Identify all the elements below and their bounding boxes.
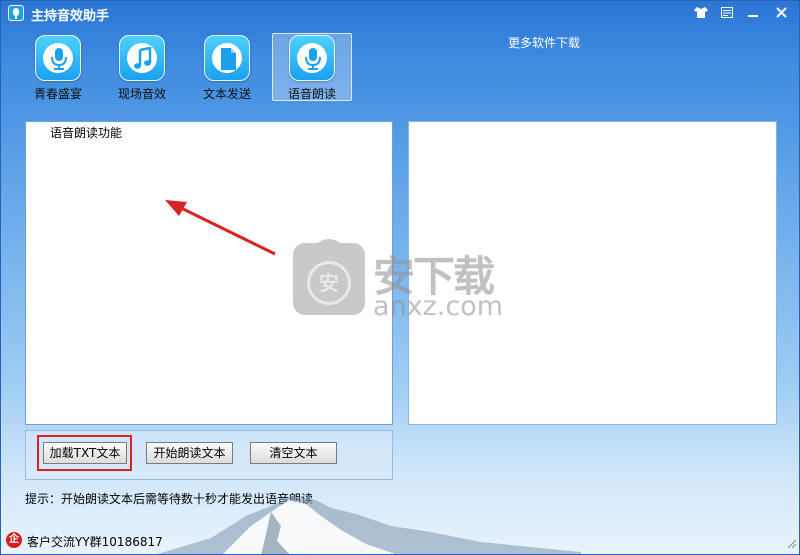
- app-window: 主持音效助手 青春盛宴 现场音效 文本发送 语音朗读 更多软件下载 语音朗读功能…: [0, 0, 800, 555]
- watermark-logo: 安 安下载 anxz.com: [293, 235, 513, 322]
- watermark-domain: anxz.com: [373, 291, 504, 322]
- tab-label: 语音朗读: [287, 87, 336, 101]
- minimize-icon[interactable]: [741, 3, 765, 22]
- tab-live-effects[interactable]: 现场音效: [102, 33, 182, 101]
- tab-label: 文本发送: [202, 87, 251, 101]
- start-reading-button[interactable]: 开始朗读文本: [146, 442, 233, 464]
- microphone-icon: [35, 35, 81, 81]
- close-icon[interactable]: [767, 3, 795, 22]
- document-icon: [204, 35, 250, 81]
- annotation-arrow: [165, 200, 276, 256]
- more-software-link[interactable]: 更多软件下载: [508, 34, 580, 51]
- tab-label: 青春盛宴: [33, 87, 82, 101]
- status-bar: 企 客户交流YY群10186817: [1, 529, 799, 554]
- status-text: 客户交流YY群10186817: [27, 535, 163, 549]
- microphone-icon: [289, 35, 335, 81]
- load-txt-button[interactable]: 加载TXT文本: [43, 442, 127, 464]
- tab-youth-feast[interactable]: 青春盛宴: [18, 33, 98, 101]
- title-bar[interactable]: 主持音效助手: [1, 1, 799, 25]
- menu-icon[interactable]: [715, 3, 739, 22]
- tab-label: 现场音效: [117, 87, 166, 101]
- resize-grip-icon[interactable]: [787, 539, 797, 549]
- app-icon: [8, 5, 24, 21]
- reader-button-group: 加载TXT文本 开始朗读文本 清空文本: [25, 430, 393, 480]
- clear-text-button[interactable]: 清空文本: [250, 442, 337, 464]
- window-title: 主持音效助手: [31, 9, 110, 24]
- skin-icon[interactable]: [689, 3, 713, 22]
- tab-text-send[interactable]: 文本发送: [187, 33, 267, 101]
- music-note-icon: [119, 35, 165, 81]
- shopping-bag-icon: 安: [293, 239, 365, 315]
- enterprise-badge-icon: 企: [6, 532, 22, 548]
- reading-text-content: 语音朗读功能: [50, 126, 123, 140]
- tab-voice-reading[interactable]: 语音朗读: [272, 33, 352, 101]
